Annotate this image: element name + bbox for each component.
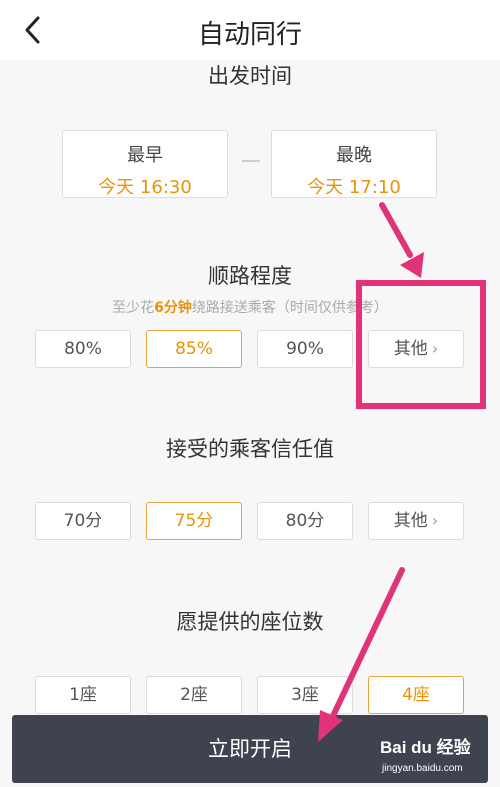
detour-option-90[interactable]: 90%: [257, 330, 353, 368]
detour-hint-suffix: 绕路接送乘客（时间仅供参考）: [191, 300, 388, 316]
seat-option-3[interactable]: 3座: [257, 676, 353, 714]
detour-option-label: 85%: [175, 339, 213, 359]
annotation-overlay: [318, 202, 486, 742]
detour-hint: 至少花6分钟绕路接送乘客（时间仅供参考）: [0, 297, 500, 317]
trust-option-label: 75分: [174, 511, 214, 531]
range-separator: [242, 160, 260, 162]
trust-option-label: 80分: [285, 511, 325, 531]
page-title: 自动同行: [197, 20, 302, 50]
watermark-url: jingyan.baidu.com: [382, 763, 463, 774]
trust-title: 接受的乘客信任值: [166, 437, 334, 461]
detour-option-other[interactable]: 其他 ›: [368, 330, 464, 368]
chevron-right-icon: ›: [431, 339, 439, 358]
detour-hint-prefix: 至少花: [112, 300, 155, 316]
chevron-right-icon: ›: [431, 511, 439, 530]
baidu-watermark: Bai du 经验 jingyan.baidu.com: [380, 733, 498, 783]
trust-option-label: 70分: [63, 511, 103, 531]
latest-value: 今天 17:10: [307, 177, 401, 198]
detour-hint-minutes: 6分钟: [154, 300, 192, 316]
latest-time-picker[interactable]: 最晚 今天 17:10: [271, 130, 437, 198]
seat-option-1[interactable]: 1座: [35, 676, 131, 714]
seat-option-label: 3座: [291, 685, 319, 705]
detour-option-85[interactable]: 85%: [146, 330, 242, 368]
earliest-time-picker[interactable]: 最早 今天 16:30: [62, 130, 228, 198]
detour-option-80[interactable]: 80%: [35, 330, 131, 368]
seat-option-label: 4座: [402, 685, 430, 705]
detour-option-label: 其他: [393, 339, 428, 359]
nav-bar: 自动同行: [0, 0, 500, 60]
latest-label: 最晚: [336, 145, 372, 166]
earliest-value: 今天 16:30: [98, 177, 192, 198]
detour-option-label: 80%: [64, 339, 102, 359]
seat-option-4[interactable]: 4座: [368, 676, 464, 714]
trust-option-label: 其他: [393, 511, 428, 531]
departure-title: 出发时间: [208, 64, 292, 88]
trust-option-75[interactable]: 75分: [146, 502, 242, 540]
trust-option-other[interactable]: 其他 ›: [368, 502, 464, 540]
seat-option-label: 1座: [69, 685, 97, 705]
detour-option-label: 90%: [286, 339, 324, 359]
detour-title: 顺路程度: [208, 264, 292, 288]
seat-option-label: 2座: [180, 685, 208, 705]
seat-option-2[interactable]: 2座: [146, 676, 242, 714]
seats-title: 愿提供的座位数: [176, 610, 324, 634]
baidu-logo: Bai du 经验: [380, 738, 471, 757]
trust-option-80[interactable]: 80分: [257, 502, 353, 540]
trust-option-70[interactable]: 70分: [35, 502, 131, 540]
earliest-label: 最早: [127, 145, 163, 166]
